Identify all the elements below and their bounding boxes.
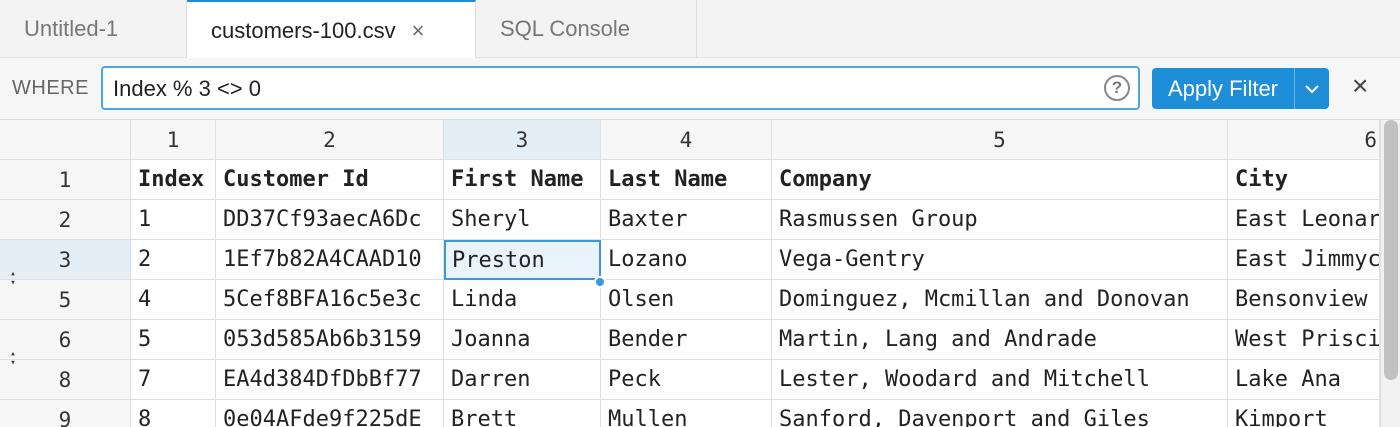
table-cell[interactable]: Peck — [601, 360, 772, 400]
where-query-text: Index % 3 <> 0 — [113, 76, 261, 101]
table-cell[interactable]: Darren — [444, 360, 601, 400]
hidden-rows-expand-icon[interactable]: ▴ ▾ — [6, 270, 20, 288]
table-cell[interactable]: Dominguez, Mcmillan and Donovan — [772, 280, 1228, 320]
table-cell[interactable]: Lake Ana — [1228, 360, 1380, 400]
header-cell[interactable]: City — [1228, 160, 1380, 200]
table-cell[interactable]: 1Ef7b82A4CAAD10 — [216, 240, 444, 280]
column-number[interactable]: 4 — [601, 120, 772, 160]
vertical-scrollbar[interactable] — [1380, 120, 1400, 427]
close-filter-icon[interactable]: × — [1352, 72, 1368, 100]
column-number-selected[interactable]: 3 — [444, 120, 601, 160]
tab-label: Untitled-1 — [24, 16, 119, 41]
column-number[interactable]: 6 — [1228, 120, 1380, 160]
table-cell[interactable]: Joanna — [444, 320, 601, 360]
table-cell[interactable]: Mullen — [601, 400, 772, 427]
table-cell[interactable]: East Jimmychester — [1228, 240, 1380, 280]
help-icon[interactable]: ? — [1104, 75, 1130, 101]
table-cell[interactable]: 2 — [131, 240, 216, 280]
table-cell[interactable]: Bender — [601, 320, 772, 360]
table-cell[interactable]: Rasmussen Group — [772, 200, 1228, 240]
table-cell[interactable]: Linda — [444, 280, 601, 320]
apply-filter-button[interactable]: Apply Filter — [1152, 68, 1294, 109]
table-cell[interactable]: Brett — [444, 400, 601, 427]
hidden-rows-expand-icon[interactable]: ▴ ▾ — [6, 350, 20, 368]
selection-fill-handle[interactable] — [594, 276, 606, 288]
apply-filter-dropdown[interactable] — [1294, 68, 1329, 109]
header-cell[interactable]: Company — [772, 160, 1228, 200]
table-cell[interactable]: 7 — [131, 360, 216, 400]
table-cell[interactable]: Sheryl — [444, 200, 601, 240]
table-cell[interactable]: Bensonview — [1228, 280, 1380, 320]
tab-customers-csv[interactable]: customers-100.csv × — [187, 0, 476, 59]
tab-label: customers-100.csv — [211, 17, 396, 43]
table-cell[interactable]: 8 — [131, 400, 216, 427]
selected-cell[interactable]: Preston — [444, 240, 601, 280]
table-cell[interactable]: 053d585Ab6b3159 — [216, 320, 444, 360]
header-cell[interactable]: First Name — [444, 160, 601, 200]
row-number[interactable]: 9 — [0, 400, 131, 427]
table-cell[interactable]: 1 — [131, 200, 216, 240]
table-cell[interactable]: EA4d384DfDbBf77 — [216, 360, 444, 400]
tab-bar: Untitled-1 customers-100.csv × SQL Conso… — [0, 0, 1400, 59]
table-cell[interactable]: 5 — [131, 320, 216, 360]
data-grid: 1 2 3 4 5 6 1 Index Customer Id First Na… — [0, 120, 1380, 427]
close-tab-icon[interactable]: × — [412, 19, 425, 42]
scrollbar-thumb[interactable] — [1384, 120, 1398, 380]
column-number[interactable]: 5 — [772, 120, 1228, 160]
tab-sql-console[interactable]: SQL Console — [476, 0, 697, 58]
row-number[interactable]: 1 — [0, 160, 131, 200]
table-cell[interactable]: Baxter — [601, 200, 772, 240]
table-cell[interactable]: West Priscilla — [1228, 320, 1380, 360]
table-cell[interactable]: 4 — [131, 280, 216, 320]
table-cell[interactable]: East Leonard — [1228, 200, 1380, 240]
table-cell[interactable]: 5Cef8BFA16c5e3c — [216, 280, 444, 320]
header-cell[interactable]: Index — [131, 160, 216, 200]
table-cell[interactable]: Lester, Woodard and Mitchell — [772, 360, 1228, 400]
where-label: WHERE — [12, 77, 89, 99]
row-number[interactable]: 2 — [0, 200, 131, 240]
header-cell[interactable]: Customer Id — [216, 160, 444, 200]
table-cell[interactable]: Lozano — [601, 240, 772, 280]
column-number[interactable]: 1 — [131, 120, 216, 160]
table-cell[interactable]: Kimport — [1228, 400, 1380, 427]
where-input[interactable]: Index % 3 <> 0 ? — [101, 66, 1140, 110]
table-cell[interactable]: Vega-Gentry — [772, 240, 1228, 280]
table-cell[interactable]: DD37Cf93aecA6Dc — [216, 200, 444, 240]
table-cell[interactable]: Sanford, Davenport and Giles — [772, 400, 1228, 427]
table-cell[interactable]: Martin, Lang and Andrade — [772, 320, 1228, 360]
tab-untitled-1[interactable]: Untitled-1 — [0, 0, 187, 58]
header-cell[interactable]: Last Name — [601, 160, 772, 200]
table-cell[interactable]: Olsen — [601, 280, 772, 320]
filter-bar: WHERE Index % 3 <> 0 ? Apply Filter × — [0, 58, 1400, 120]
grid-corner — [0, 120, 131, 160]
chevron-down-icon — [1305, 84, 1319, 93]
column-number[interactable]: 2 — [216, 120, 444, 160]
table-cell[interactable]: 0e04AFde9f225dE — [216, 400, 444, 427]
tab-label: SQL Console — [500, 16, 631, 41]
